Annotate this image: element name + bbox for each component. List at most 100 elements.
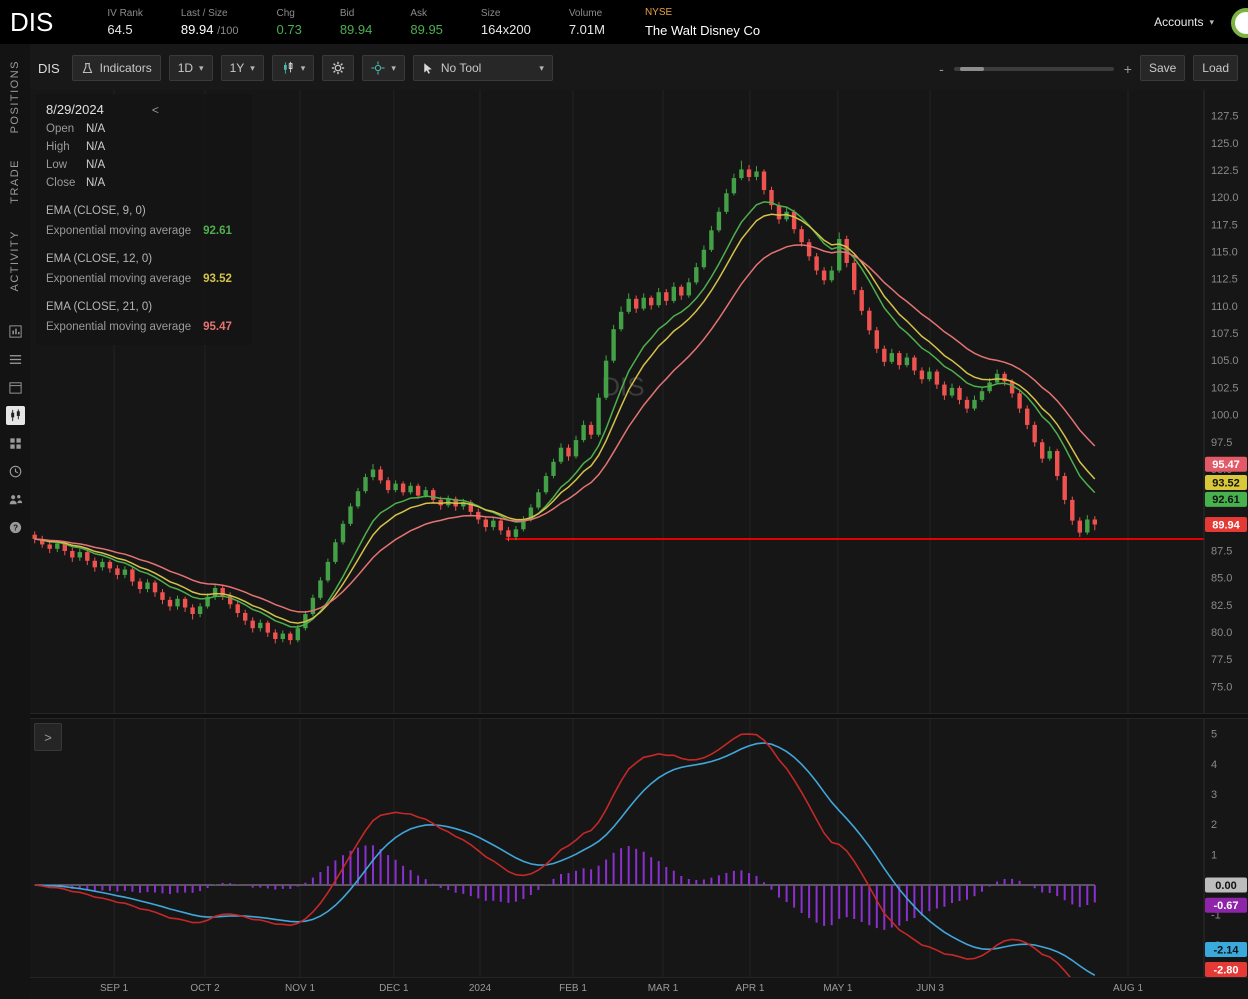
exchange-block: NYSE The Walt Disney Co: [645, 7, 760, 38]
axis-badge-label: -2.80: [1213, 964, 1238, 976]
chevron-down-icon: ▾: [199, 63, 204, 74]
time-axis-label: 2024: [469, 983, 491, 994]
watchlist-icon[interactable]: [6, 350, 25, 369]
macd-tick: 3: [1211, 789, 1217, 801]
indicators-button[interactable]: Indicators: [72, 55, 161, 81]
chevron-down-icon: ▾: [1209, 17, 1214, 28]
load-button[interactable]: Load: [1193, 55, 1238, 81]
chevron-down-icon: ▾: [301, 63, 306, 74]
size-value: 164x200: [481, 22, 531, 37]
legend-ema9-title: EMA (CLOSE, 9, 0): [46, 205, 242, 217]
brand-logo[interactable]: [1231, 8, 1248, 38]
field-label: Bid: [340, 8, 373, 19]
quote-fields: IV Rank 64.5 Last / Size 89.94 /100 Chg …: [107, 8, 605, 37]
time-axis-label: APR 1: [736, 983, 765, 994]
axis-badge-label: 93.52: [1212, 477, 1240, 489]
legend-ema9-desc: Exponential moving average 92.61: [46, 225, 242, 237]
price-tick: 127.5: [1211, 111, 1239, 123]
price-chart-panel: DIS75.077.580.082.585.087.590.092.595.09…: [30, 90, 1248, 713]
bid-value[interactable]: 89.94: [340, 22, 373, 37]
legend-ema12-desc: Exponential moving average 93.52: [46, 273, 242, 285]
sidebar-tab-trade[interactable]: TRADE: [9, 159, 21, 204]
zoom-out-button[interactable]: -: [939, 61, 944, 77]
accounts-label: Accounts: [1154, 15, 1203, 29]
ticker-symbol[interactable]: DIS: [10, 0, 53, 44]
axis-badge-label: 95.47: [1212, 459, 1240, 471]
price-tick: 122.5: [1211, 165, 1239, 177]
accounts-menu[interactable]: Accounts ▾: [1154, 15, 1214, 29]
price-tick: 80.0: [1211, 627, 1232, 639]
macd-panel-canvas[interactable]: 543210-1-20.00-0.67-2.14-2.80: [30, 719, 1248, 977]
drawing-tool-dropdown[interactable]: No Tool ▾: [413, 55, 553, 81]
field-label: Size: [481, 8, 531, 19]
field-label: Ask: [410, 8, 443, 19]
toolbar-symbol: DIS: [38, 61, 60, 76]
price-tick: 97.5: [1211, 437, 1232, 449]
legend-date: 8/29/2024: [46, 102, 104, 117]
price-tick: 102.5: [1211, 382, 1239, 394]
price-tick: 100.0: [1211, 410, 1239, 422]
chevron-down-icon: ▾: [250, 63, 255, 74]
macd-signal-line: [35, 743, 1095, 975]
zoom-slider-handle[interactable]: [960, 67, 984, 71]
legend-row-open: OpenN/A: [46, 123, 242, 135]
range-dropdown[interactable]: 1Y ▾: [221, 55, 264, 81]
journal-icon[interactable]: [6, 322, 25, 341]
sidebar-tab-positions[interactable]: POSITIONS: [9, 60, 21, 133]
chart-toolbar: DIS Indicators 1D ▾ 1Y ▾ ▾: [30, 44, 1248, 90]
follow-icon[interactable]: [6, 490, 25, 509]
macd-tick: 5: [1211, 729, 1217, 741]
field-ask: Ask 89.95: [410, 8, 443, 37]
time-axis-label: NOV 1: [285, 983, 315, 994]
chart-icon[interactable]: [6, 406, 25, 425]
legend-row-low: LowN/A: [46, 159, 242, 171]
time-axis-label: SEP 1: [100, 983, 128, 994]
legend-collapse-chevron[interactable]: <: [152, 103, 159, 117]
iv-rank-value: 64.5: [107, 22, 143, 37]
help-icon[interactable]: ?: [6, 518, 25, 537]
axis-badge-label: -0.67: [1213, 900, 1238, 912]
window-icon[interactable]: [6, 378, 25, 397]
macd-histogram: [35, 845, 1095, 930]
field-bid: Bid 89.94: [340, 8, 373, 37]
field-volume: Volume 7.01M: [569, 8, 605, 37]
macd-tick: 2: [1211, 819, 1217, 831]
save-button[interactable]: Save: [1140, 55, 1185, 81]
history-icon[interactable]: [6, 462, 25, 481]
last-price: 89.94: [181, 22, 214, 37]
price-tick: 112.5: [1211, 274, 1238, 286]
timeframe-dropdown[interactable]: 1D ▾: [169, 55, 213, 81]
chart-type-dropdown[interactable]: ▾: [272, 55, 315, 81]
price-tick: 117.5: [1211, 219, 1238, 231]
crosshair-dropdown[interactable]: ▾: [362, 55, 405, 81]
chevron-down-icon: ▾: [539, 63, 544, 74]
price-tick: 120.0: [1211, 192, 1239, 204]
cursor-icon: [422, 62, 434, 75]
svg-text:?: ?: [13, 523, 18, 532]
field-iv-rank: IV Rank 64.5: [107, 8, 143, 37]
zoom-in-button[interactable]: +: [1124, 61, 1132, 77]
flask-icon: [81, 62, 94, 75]
chart-module: DIS Indicators 1D ▾ 1Y ▾ ▾: [30, 44, 1248, 999]
legend-row-close: CloseN/A: [46, 177, 242, 189]
left-sidebar: POSITIONS TRADE ACTIVITY: [0, 44, 30, 999]
legend-ema21-value: 95.47: [203, 321, 232, 333]
macd-panel: 543210-1-20.00-0.67-2.14-2.80 >: [30, 719, 1248, 977]
legend-row-high: HighN/A: [46, 141, 242, 153]
time-axis-label: MAY 1: [823, 983, 852, 994]
app-root: DIS IV Rank 64.5 Last / Size 89.94 /100 …: [0, 0, 1248, 999]
legend-ema12-title: EMA (CLOSE, 12, 0): [46, 253, 242, 265]
axis-badge-label: 92.61: [1212, 494, 1240, 506]
chart-settings-button[interactable]: [322, 55, 354, 81]
time-axis-label: AUG 1: [1113, 983, 1143, 994]
sidebar-tab-activity[interactable]: ACTIVITY: [9, 230, 21, 292]
ask-value[interactable]: 89.95: [410, 22, 443, 37]
legend-ema21-title: EMA (CLOSE, 21, 0): [46, 301, 242, 313]
chg-value: 0.73: [277, 22, 302, 37]
expand-lower-panel-button[interactable]: >: [34, 723, 62, 751]
price-tick: 105.0: [1211, 355, 1239, 367]
field-last-size: Last / Size 89.94 /100: [181, 8, 239, 37]
grid-icon[interactable]: [6, 434, 25, 453]
company-name: The Walt Disney Co: [645, 23, 760, 38]
zoom-slider[interactable]: [954, 67, 1114, 71]
